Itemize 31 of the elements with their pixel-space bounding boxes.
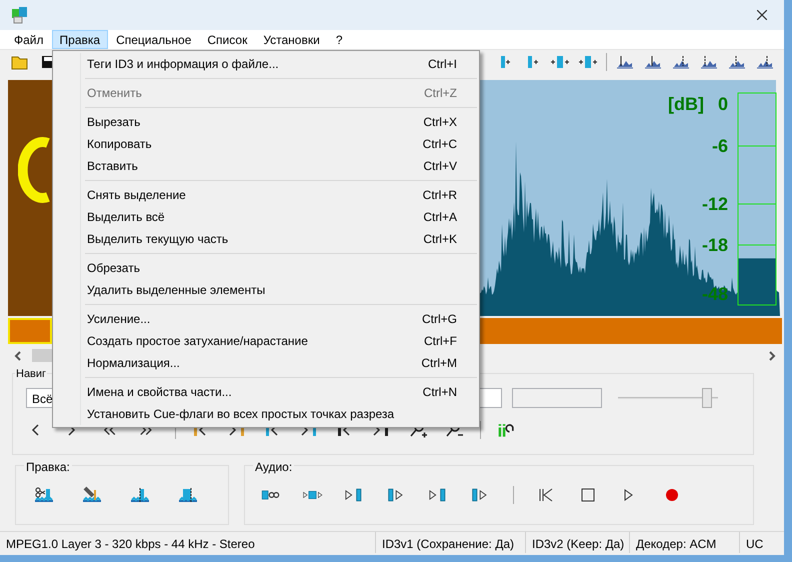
menu-item[interactable]: ?	[328, 30, 350, 49]
scale-label: -12	[702, 194, 728, 214]
status-text: ID3v1 (Сохранение: Да)	[376, 532, 526, 553]
menu-option[interactable]: Вырезать Ctrl+X	[55, 111, 477, 133]
menu-option[interactable]: Выделить всё Ctrl+A	[55, 206, 477, 228]
menu-item[interactable]: Файл	[6, 30, 52, 49]
menu-option[interactable]: Вставить Ctrl+V	[55, 155, 477, 177]
menu-item[interactable]: Список	[199, 30, 256, 49]
menu-option[interactable]: Усиление... Ctrl+G	[55, 308, 477, 330]
menu-option[interactable]: Выделить текущую часть Ctrl+K	[55, 228, 477, 250]
scale-label: -48	[702, 284, 728, 304]
status-text: ID3v2 (Keep: Да)	[526, 532, 630, 553]
menu-option[interactable]: Создать простое затухание/нарастание Ctrl+F	[55, 330, 477, 352]
menu-option[interactable]: Нормализация... Ctrl+M	[55, 352, 477, 374]
scale-label: -18	[702, 235, 728, 255]
status-text: Декодер: ACM	[630, 532, 740, 553]
menu-item[interactable]: Установки	[255, 30, 328, 49]
scale-label: -6	[712, 136, 728, 156]
menu-option[interactable]: Установить Cue-флаги во всех простых точках разреза	[55, 403, 477, 425]
status-text: MPEG1.0 Layer 3 - 320 kbps - 44 kHz - Stereo	[0, 532, 376, 553]
menu-option[interactable]: Удалить выделенные элементы	[55, 279, 477, 301]
status-text: UC	[745, 536, 764, 553]
menu-option[interactable]: Копировать Ctrl+C	[55, 133, 477, 155]
menu-option[interactable]: Обрезать	[55, 257, 477, 279]
menu-item[interactable]: Специальное	[108, 30, 200, 49]
menu-option[interactable]: Теги ID3 и информация о файле... Ctrl+I	[55, 53, 477, 75]
unit-label: [dB]	[668, 94, 704, 114]
scale-label: 0	[718, 94, 728, 114]
menu-option[interactable]: Имена и свойства части... Ctrl+N	[55, 381, 477, 403]
menu-option[interactable]: Снять выделение Ctrl+R	[55, 184, 477, 206]
menu-item[interactable]: Правка	[52, 30, 108, 49]
